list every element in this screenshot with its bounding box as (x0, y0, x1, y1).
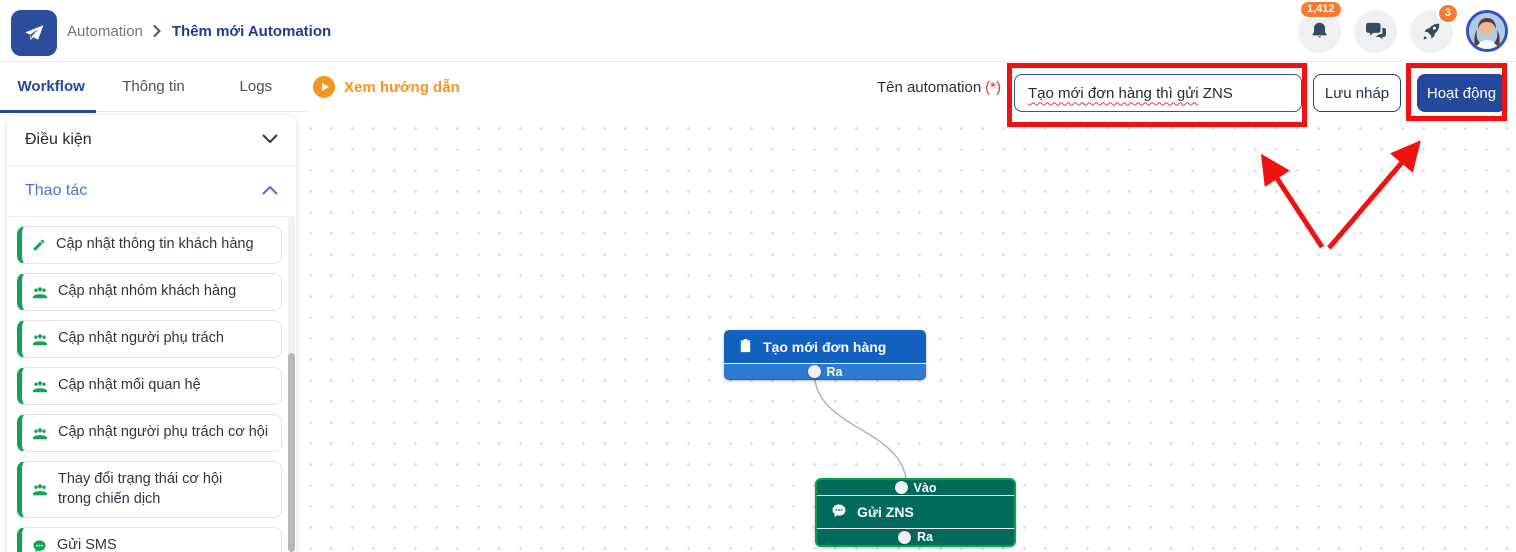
action-item-update-assignee[interactable]: Cập nhật người phụ trách (17, 320, 282, 358)
tab-label: Workflow (18, 78, 85, 95)
header-actions: 1,412 3 (1298, 0, 1508, 62)
action-label: Cập nhật nhóm khách hàng (58, 282, 236, 302)
action-item-send-sms[interactable]: Gửi SMS (17, 527, 282, 552)
tab-bar: Workflow Thông tin Logs (0, 62, 307, 112)
required-marker: (*) (985, 79, 1001, 96)
group-icon (32, 286, 48, 299)
tab-logs[interactable]: Logs (205, 62, 307, 111)
node-trigger-create-order[interactable]: Tạo mới đơn hàng Ra (724, 330, 926, 380)
pencil-icon (32, 238, 46, 252)
chevron-right-icon (153, 25, 162, 37)
rocket-icon (1421, 21, 1442, 42)
out-port-dot[interactable] (808, 365, 821, 378)
paper-plane-icon (22, 21, 46, 45)
bell-icon (1309, 20, 1330, 42)
input-value-tail: ZNS (1199, 85, 1233, 102)
out-port-label: Ra (827, 365, 843, 379)
sidebar-scrollbar-thumb[interactable] (288, 353, 295, 552)
breadcrumb-parent[interactable]: Automation (67, 23, 143, 40)
section-thao-tac[interactable]: Thao tác (7, 166, 296, 217)
messages-button[interactable] (1354, 10, 1397, 53)
tab-workflow[interactable]: Workflow (0, 62, 102, 111)
group-icon (32, 333, 48, 346)
edge-trigger-to-action (815, 380, 906, 479)
avatar-image (1469, 13, 1505, 49)
tab-thong-tin[interactable]: Thông tin (102, 62, 204, 111)
out-port-row: Ra (817, 529, 1014, 545)
action-item-update-customer-info[interactable]: Cập nhật thông tin khách hàng (17, 226, 282, 264)
action-item-update-relationship[interactable]: Cập nhật mối quan hệ (17, 367, 282, 405)
action-label: Cập nhật người phụ trách cơ hội (58, 423, 268, 443)
node-label: Gửi ZNS (857, 504, 914, 520)
in-port-dot[interactable] (895, 481, 908, 494)
out-port-row: Ra (724, 363, 926, 379)
action-label: Cập nhật thông tin khách hàng (56, 235, 254, 255)
tab-label: Logs (240, 78, 273, 95)
action-label: Cập nhật mối quan hệ (58, 376, 201, 396)
section-label: Điều kiện (25, 131, 92, 149)
workflow-toolbar: Workflow Thông tin Logs Xem hướng dẫn Tê… (0, 62, 1516, 112)
chevron-down-icon (262, 131, 278, 149)
order-icon (738, 338, 753, 356)
section-dieu-kien[interactable]: Điều kiện (7, 115, 296, 166)
app-logo[interactable] (11, 10, 57, 56)
breadcrumb-current: Thêm mới Automation (172, 23, 331, 40)
notifications-button[interactable]: 1,412 (1298, 10, 1341, 53)
node-action-send-zns[interactable]: Vào Gửi ZNS Ra (815, 478, 1016, 547)
chat-icon (831, 503, 847, 522)
section-label: Thao tác (25, 182, 87, 200)
in-port-row: Vào (817, 480, 1014, 496)
automation-builder-page: Tạo mới đơn hàng Ra Vào Gửi ZNS Ra (0, 0, 1516, 552)
activate-button[interactable]: Hoạt động (1417, 74, 1506, 112)
action-label: Thay đổi trạng thái cơ hội trong chiến d… (58, 470, 258, 509)
guide-label: Xem hướng dẫn (344, 79, 460, 96)
button-label: Lưu nháp (1325, 85, 1389, 102)
chat-bubbles-icon (1365, 21, 1387, 41)
chevron-up-icon (262, 182, 278, 200)
whats-new-button[interactable]: 3 (1410, 10, 1453, 53)
action-list: Cập nhật thông tin khách hàng Cập nhật n… (7, 217, 296, 552)
action-item-update-opportunity-assignee[interactable]: Cập nhật người phụ trách cơ hội (17, 414, 282, 452)
action-item-change-opportunity-status[interactable]: Thay đổi trạng thái cơ hội trong chiến d… (17, 461, 282, 518)
notification-badge: 1,412 (1299, 0, 1343, 19)
group-icon (32, 427, 48, 440)
button-label: Hoạt động (1427, 85, 1496, 102)
top-header: Automation Thêm mới Automation 1,412 (0, 0, 1516, 62)
sms-icon (32, 539, 47, 552)
node-label: Tạo mới đơn hàng (763, 339, 886, 355)
out-port-dot[interactable] (898, 531, 911, 544)
group-icon (32, 380, 48, 393)
tab-label: Thông tin (122, 78, 185, 95)
save-draft-button[interactable]: Lưu nháp (1313, 74, 1401, 112)
group-icon (32, 483, 48, 496)
breadcrumb: Automation Thêm mới Automation (67, 0, 331, 62)
action-label: Gửi SMS (57, 536, 117, 552)
palette-sidebar: Điều kiện Thao tác Cập nhật thông tin kh… (7, 115, 296, 552)
automation-name-input[interactable]: Tạo mới đơn hàng thì gửi ZNS (1014, 74, 1302, 112)
whats-new-badge: 3 (1437, 3, 1459, 24)
action-item-update-customer-group[interactable]: Cập nhật nhóm khách hàng (17, 273, 282, 311)
view-guide-link[interactable]: Xem hướng dẫn (313, 62, 460, 112)
play-icon (313, 76, 335, 98)
label-text: Tên automation (877, 79, 981, 96)
in-port-label: Vào (914, 481, 937, 495)
input-value-misspelled: Tạo mới đơn hàng thì gửi (1028, 85, 1199, 102)
automation-name-label: Tên automation (*) (877, 62, 1001, 112)
out-port-label: Ra (917, 530, 933, 544)
action-label: Cập nhật người phụ trách (58, 329, 224, 349)
user-avatar[interactable] (1466, 10, 1508, 52)
